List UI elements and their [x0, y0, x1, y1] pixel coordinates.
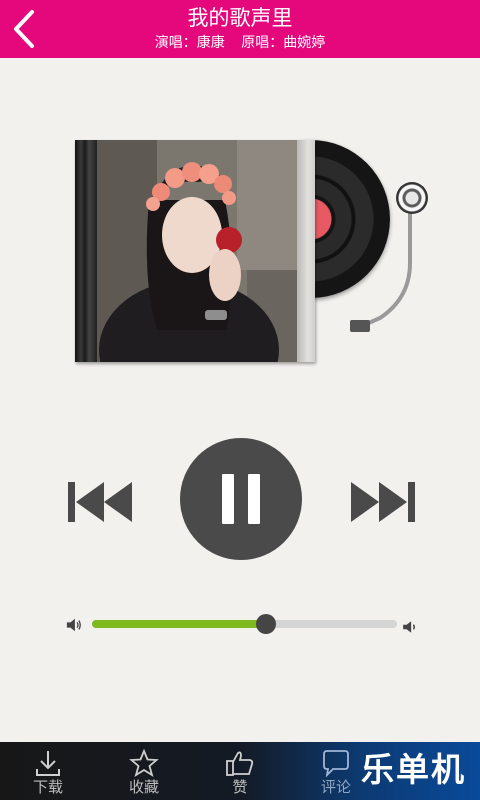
album-cover-photo	[97, 140, 297, 362]
comment-icon	[323, 750, 349, 777]
album-cover	[97, 140, 297, 362]
download-icon	[36, 751, 60, 776]
next-icon	[351, 482, 415, 522]
tab-favorite-label: 收藏	[128, 778, 159, 796]
brand-logo: 乐单机	[361, 750, 466, 789]
tonearm-icon	[350, 208, 412, 332]
pause-button[interactable]	[180, 438, 302, 560]
tab-download-label: 下载	[32, 778, 63, 796]
tab-download[interactable]: 下载	[0, 742, 96, 800]
progress-thumb[interactable]	[255, 614, 276, 634]
volume-low-icon	[66, 618, 81, 632]
volume-high-icon	[403, 621, 416, 633]
tab-like[interactable]: 赞	[192, 742, 288, 800]
album-case	[75, 140, 315, 362]
tab-favorite[interactable]: 收藏	[96, 742, 192, 800]
album-case-edge	[297, 140, 315, 362]
progress-fill	[92, 620, 266, 628]
star-icon	[129, 749, 159, 777]
album-spine	[75, 140, 97, 362]
progress-slider[interactable]	[92, 614, 397, 634]
singer-label: 演唱：康康	[154, 35, 225, 51]
original-singer-label: 原唱：曲婉婷	[241, 35, 326, 51]
tonearm-base	[396, 182, 428, 214]
thumbs-up-icon	[226, 751, 254, 776]
next-button[interactable]	[347, 478, 419, 526]
previous-button[interactable]	[64, 478, 136, 526]
tab-like-label: 赞	[232, 778, 248, 796]
song-credits: 演唱：康康 原唱：曲婉婷	[0, 33, 480, 53]
previous-icon	[68, 482, 132, 522]
song-title: 我的歌声里	[187, 6, 293, 30]
header-bar: 我的歌声里 演唱：康康 原唱：曲婉婷	[0, 0, 480, 58]
player-area	[0, 58, 480, 742]
